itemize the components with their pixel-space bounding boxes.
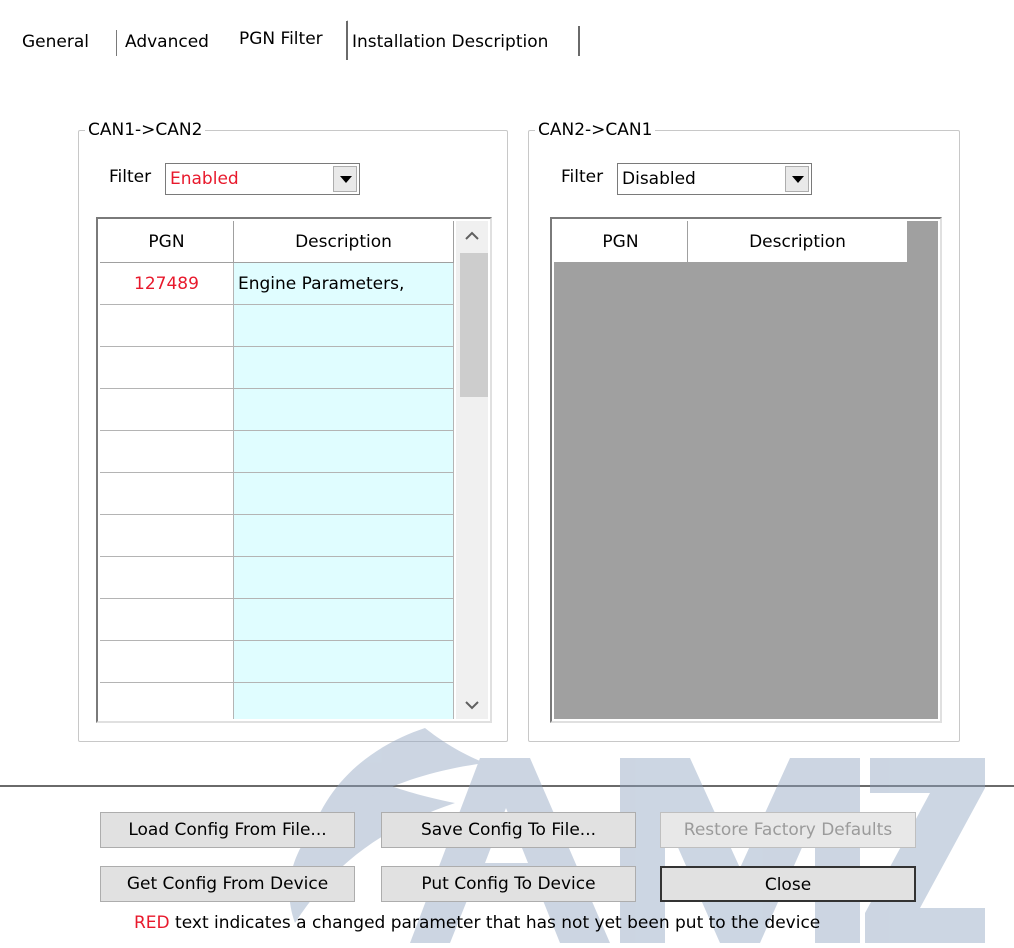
- filter-value-can2: Disabled: [622, 169, 696, 189]
- scroll-down-button[interactable]: [456, 691, 488, 719]
- description-cell[interactable]: [234, 515, 454, 557]
- close-button[interactable]: Close: [660, 866, 916, 902]
- pgn-grid-can2: PGN Description: [550, 217, 942, 723]
- red-legend-word: RED: [134, 913, 170, 933]
- separator-highlight: [0, 787, 1014, 788]
- group-can2-to-can1-title: CAN2->CAN1: [535, 119, 656, 141]
- filter-label-can1: Filter: [109, 167, 152, 187]
- put-config-button[interactable]: Put Config To Device: [381, 866, 636, 902]
- pgn-cell[interactable]: [100, 305, 234, 347]
- chevron-down-icon: [465, 701, 479, 710]
- pgn-cell[interactable]: [100, 347, 234, 389]
- filter-row-can2: Filter Disabled: [561, 163, 821, 195]
- description-cell[interactable]: [234, 599, 454, 641]
- tab-general-label: General: [22, 32, 89, 52]
- tab-advanced[interactable]: Advanced: [125, 26, 235, 58]
- pgn-cell[interactable]: [100, 641, 234, 683]
- chevron-down-icon[interactable]: [333, 166, 357, 192]
- filter-select-can1[interactable]: Enabled: [165, 163, 360, 195]
- chevron-up-icon: [465, 231, 479, 240]
- pgn-cell[interactable]: [100, 431, 234, 473]
- group-can1-to-can2: CAN1->CAN2 Filter Enabled PGN Descriptio…: [78, 119, 508, 742]
- filter-label-can2: Filter: [561, 167, 604, 187]
- description-cell[interactable]: [234, 473, 454, 515]
- load-config-button[interactable]: Load Config From File...: [100, 812, 355, 848]
- description-cell[interactable]: [234, 431, 454, 473]
- tab-general[interactable]: General: [22, 26, 117, 58]
- description-cell[interactable]: [234, 557, 454, 599]
- chevron-down-icon[interactable]: [785, 166, 809, 192]
- pgn-cell[interactable]: [100, 557, 234, 599]
- pgn-cell[interactable]: [100, 599, 234, 641]
- description-cell[interactable]: [234, 305, 454, 347]
- scroll-up-button[interactable]: [456, 221, 488, 251]
- filter-select-can2[interactable]: Disabled: [617, 163, 812, 195]
- column-header-pgn-can2: PGN: [554, 221, 688, 263]
- filter-value-can1: Enabled: [170, 169, 239, 189]
- pgn-cell[interactable]: [100, 683, 234, 719]
- vertical-scrollbar[interactable]: [456, 221, 488, 719]
- changed-parameter-note: RED text indicates a changed parameter t…: [134, 913, 820, 933]
- tab-pgn-filter-label: PGN Filter: [239, 29, 323, 49]
- save-config-button[interactable]: Save Config To File...: [381, 812, 636, 848]
- get-config-button[interactable]: Get Config From Device: [100, 866, 355, 902]
- description-cell[interactable]: Engine Parameters,: [234, 263, 454, 305]
- group-can2-to-can1: CAN2->CAN1 Filter Disabled PGN Descripti…: [528, 119, 960, 742]
- scroll-thumb[interactable]: [460, 253, 488, 397]
- tab-installation-description[interactable]: Installation Description: [352, 26, 580, 58]
- tab-pgn-filter[interactable]: PGN Filter: [230, 20, 348, 60]
- tab-advanced-label: Advanced: [125, 32, 209, 52]
- red-legend-text: text indicates a changed parameter that …: [169, 913, 821, 933]
- group-can1-to-can2-title: CAN1->CAN2: [85, 119, 206, 141]
- filter-row-can1: Filter Enabled: [109, 163, 369, 195]
- pgn-cell[interactable]: 127489: [100, 263, 234, 305]
- tab-installation-description-label: Installation Description: [352, 32, 549, 52]
- description-cell[interactable]: [234, 683, 454, 719]
- pgn-cell[interactable]: [100, 515, 234, 557]
- pgn-cell[interactable]: [100, 389, 234, 431]
- disabled-grid-area: [554, 221, 938, 719]
- description-cell[interactable]: [234, 389, 454, 431]
- restore-defaults-button: Restore Factory Defaults: [660, 812, 916, 848]
- column-header-pgn[interactable]: PGN: [100, 221, 234, 263]
- pgn-cell[interactable]: [100, 473, 234, 515]
- column-header-description-can2: Description: [688, 221, 908, 263]
- description-cell[interactable]: [234, 641, 454, 683]
- column-header-description[interactable]: Description: [234, 221, 454, 263]
- description-cell[interactable]: [234, 347, 454, 389]
- pgn-grid-can1: PGN Description 127489 Engine Parameters,: [96, 217, 492, 723]
